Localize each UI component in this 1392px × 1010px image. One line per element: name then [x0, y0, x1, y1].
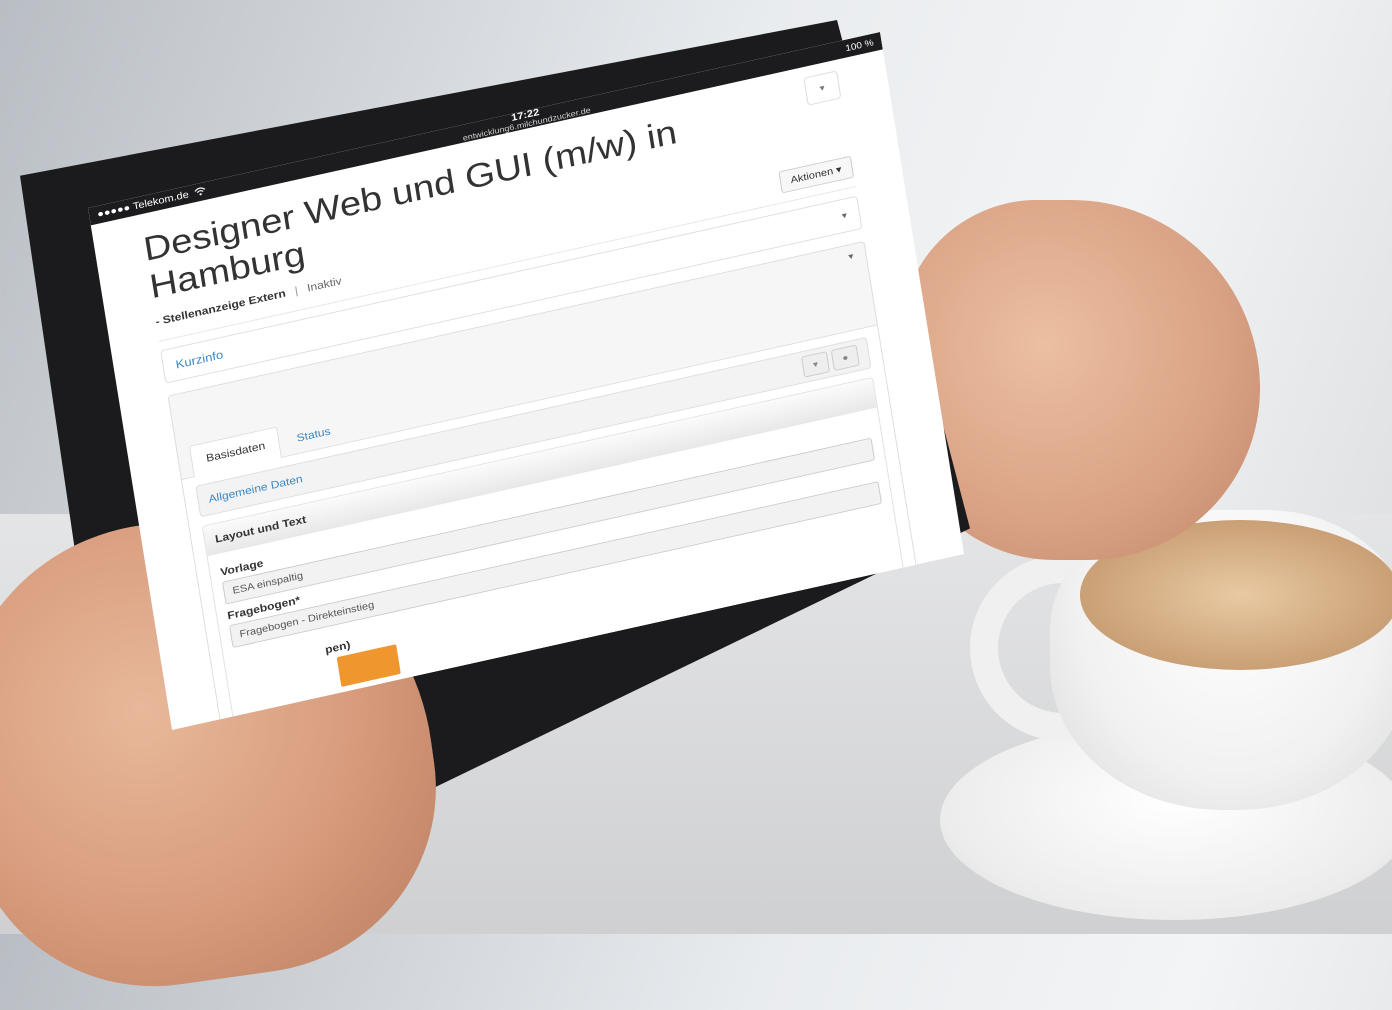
chevron-down-icon[interactable]: ▾: [841, 210, 848, 221]
preview-button[interactable]: ●: [830, 344, 860, 372]
wifi-icon: [194, 185, 208, 199]
eye-icon: ●: [841, 352, 850, 364]
chevron-down-icon: ▾: [812, 359, 819, 370]
kurzinfo-label[interactable]: Kurzinfo: [175, 347, 224, 371]
separator: |: [293, 283, 299, 297]
expand-button[interactable]: ▾: [801, 351, 831, 378]
status-badge: Inaktiv: [306, 273, 343, 294]
allgemeine-daten-label[interactable]: Allgemeine Daten: [208, 472, 304, 505]
chevron-down-icon: ▾: [818, 82, 826, 94]
chevron-down-icon[interactable]: ▾: [848, 252, 855, 263]
title-dropdown[interactable]: ▾: [802, 70, 842, 106]
